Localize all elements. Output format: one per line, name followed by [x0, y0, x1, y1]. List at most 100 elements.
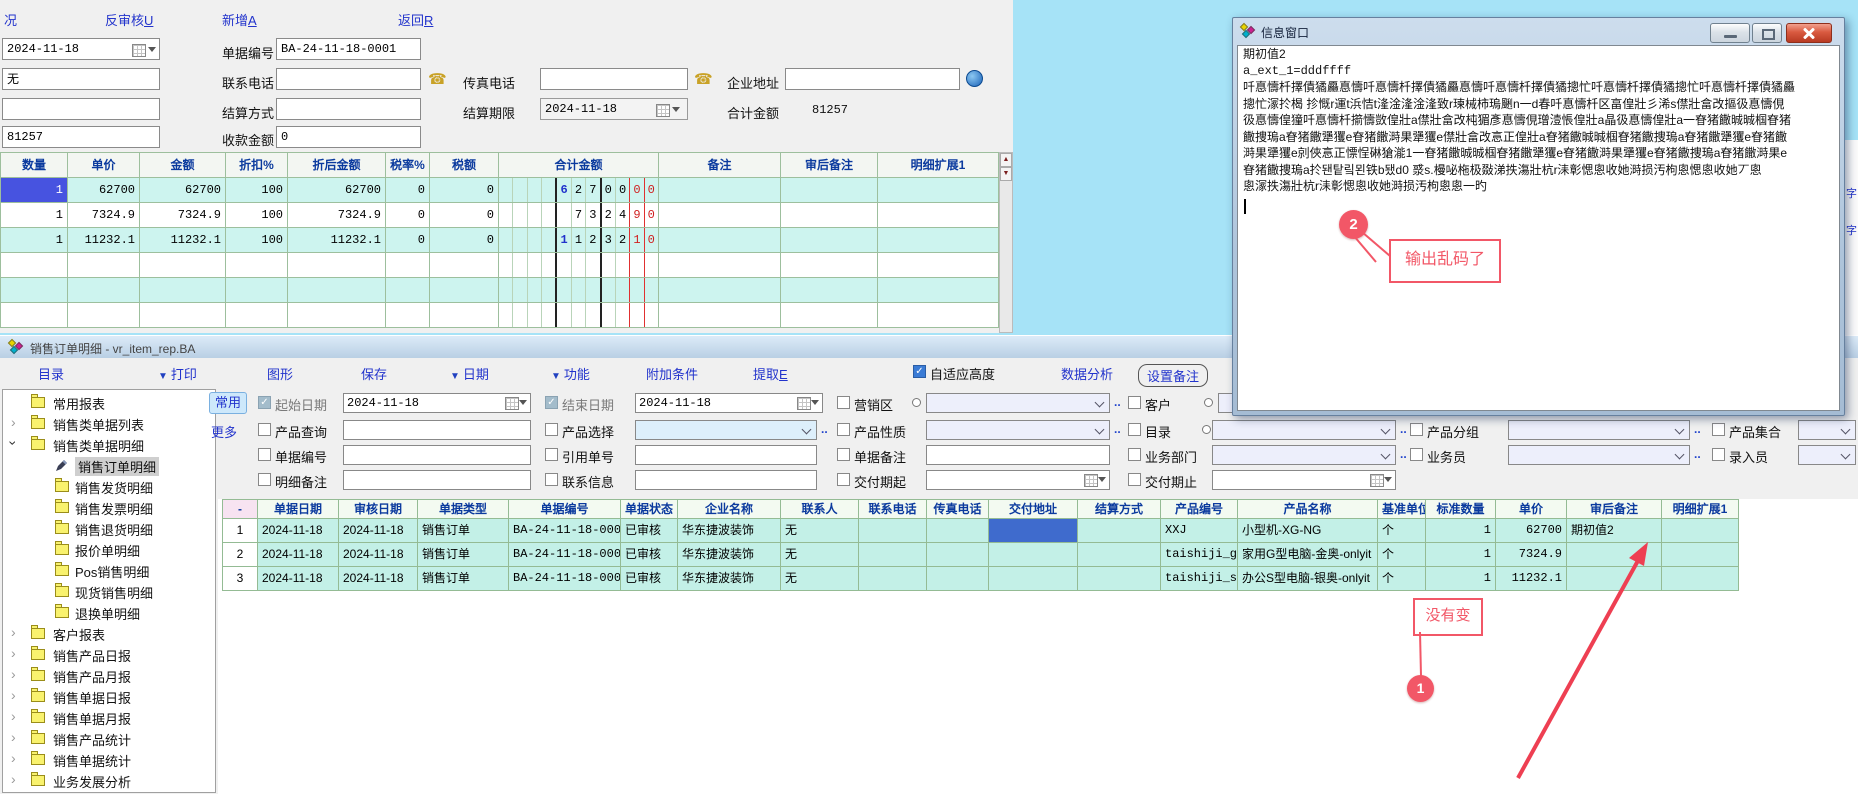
table-cell[interactable]: [1662, 519, 1739, 543]
table-cell[interactable]: [1078, 543, 1161, 567]
toolbar-link-1[interactable]: 况: [4, 10, 17, 29]
grid-cell[interactable]: [288, 303, 386, 328]
sidebar-item-label[interactable]: 报价单明细: [75, 541, 140, 560]
filter-field-明细备注[interactable]: [343, 470, 531, 490]
table-cell[interactable]: 1: [1426, 567, 1496, 591]
table-cell[interactable]: taishiji_g: [1161, 543, 1238, 567]
filter-radio[interactable]: [1202, 425, 1211, 434]
filter-radio[interactable]: [1204, 398, 1213, 407]
fax-field[interactable]: [540, 68, 688, 90]
grid-cell[interactable]: [430, 303, 499, 328]
grid-cell[interactable]: [386, 303, 430, 328]
minimize-button[interactable]: [1710, 23, 1750, 43]
filter-field-产品分组[interactable]: [1508, 420, 1690, 440]
toolbar-item-6[interactable]: ▼功能: [551, 364, 590, 383]
table-cell[interactable]: 销售订单: [418, 567, 509, 591]
grid-cell[interactable]: [288, 253, 386, 278]
filter-checkbox-交付期止[interactable]: [1128, 473, 1141, 486]
sidebar-item-现货销售明细[interactable]: 现货销售明细: [3, 581, 215, 601]
table-cell[interactable]: 无: [781, 543, 859, 567]
grid-cell[interactable]: [659, 253, 781, 278]
common-tab-button[interactable]: 常用: [209, 392, 247, 414]
filter-checkbox-明细备注[interactable]: [258, 473, 271, 486]
grid-cell[interactable]: [0, 278, 68, 303]
table-cell[interactable]: 无: [781, 519, 859, 543]
sidebar-item-销售产品月报[interactable]: ›销售产品月报: [3, 665, 215, 685]
table-cell[interactable]: 1: [222, 519, 258, 543]
toolbar-item-8[interactable]: 提取E: [753, 364, 788, 383]
grid-cell[interactable]: 11232.1: [288, 228, 386, 253]
filter-checkbox-结束日期[interactable]: ✓: [545, 396, 558, 409]
filter-checkbox-产品分组[interactable]: [1410, 423, 1423, 436]
table-cell[interactable]: 1: [1426, 519, 1496, 543]
table-cell[interactable]: 2024-11-18: [258, 543, 339, 567]
grid-cell[interactable]: [878, 253, 999, 278]
maximize-button[interactable]: [1752, 23, 1782, 43]
grid-cell[interactable]: [0, 303, 68, 328]
grid-cell[interactable]: 1: [0, 178, 68, 203]
sidebar-item-label[interactable]: 客户报表: [53, 625, 105, 644]
grid-cell[interactable]: [430, 278, 499, 303]
table-cell[interactable]: 2024-11-18: [339, 519, 418, 543]
table-cell[interactable]: 已审核: [621, 519, 678, 543]
amount-digits-cell[interactable]: [499, 278, 659, 303]
filter-checkbox-交付期起[interactable]: [837, 473, 850, 486]
scroll-down-button[interactable]: ▼: [1000, 167, 1012, 181]
filter-checkbox-单据备注[interactable]: [837, 448, 850, 461]
toolbar-item-3[interactable]: 图形: [267, 364, 293, 383]
filter-checkbox-产品查询[interactable]: [258, 423, 271, 436]
grid-cell[interactable]: [68, 278, 140, 303]
dropdown-arrow-icon[interactable]: [1098, 477, 1106, 482]
table-cell[interactable]: [1567, 567, 1662, 591]
customer-field[interactable]: 无: [2, 68, 160, 90]
grid-cell[interactable]: [288, 278, 386, 303]
grid-cell[interactable]: [386, 253, 430, 278]
toolbar-item-7[interactable]: 附加条件: [646, 364, 698, 383]
filter-field-单据备注[interactable]: [926, 445, 1110, 465]
grid-cell[interactable]: [878, 228, 999, 253]
table-cell[interactable]: 2024-11-18: [258, 519, 339, 543]
grid-cell[interactable]: 0: [386, 178, 430, 203]
grid-cell[interactable]: [781, 253, 878, 278]
sidebar-item-label[interactable]: 退换单明细: [75, 604, 140, 623]
phone-field[interactable]: [276, 68, 421, 90]
table-cell[interactable]: 个: [1378, 519, 1426, 543]
grid-cell[interactable]: 1: [0, 203, 68, 228]
filter-field-业务员[interactable]: [1508, 445, 1690, 465]
table-cell[interactable]: [927, 519, 989, 543]
grid-cell[interactable]: [781, 278, 878, 303]
dropdown-arrow-icon[interactable]: [148, 47, 156, 52]
table-cell[interactable]: [859, 567, 927, 591]
sidebar-item-退换单明细[interactable]: 退换单明细: [3, 602, 215, 622]
sidebar-item-label[interactable]: 销售单据月报: [53, 709, 131, 728]
toolbar-link-2[interactable]: 反审核U: [105, 10, 153, 29]
filter-field-产品性质[interactable]: [926, 420, 1110, 440]
sidebar-item-Pos销售明细[interactable]: Pos销售明细: [3, 560, 215, 580]
grid-cell[interactable]: [781, 228, 878, 253]
expand-icon[interactable]: ›: [11, 688, 16, 702]
info-window-titlebar[interactable]: 信息窗口: [1233, 18, 1844, 44]
grid-cell[interactable]: [68, 253, 140, 278]
sidebar-item-销售类单据列表[interactable]: ›销售类单据列表: [3, 413, 215, 433]
grid-cell[interactable]: [226, 303, 288, 328]
filter-checkbox-客户[interactable]: [1128, 396, 1141, 409]
table-cell[interactable]: 销售订单: [418, 519, 509, 543]
expand-icon[interactable]: ›: [11, 625, 16, 639]
table-cell[interactable]: 已审核: [621, 543, 678, 567]
table-cell[interactable]: 期初值2: [1567, 519, 1662, 543]
filter-field-联系信息[interactable]: [635, 470, 817, 490]
sidebar-item-销售类单据明细[interactable]: ›销售类单据明细: [3, 434, 215, 454]
filter-field-产品选择[interactable]: [635, 420, 817, 440]
table-cell[interactable]: [927, 567, 989, 591]
receipt-field[interactable]: 0: [276, 126, 421, 148]
grid-cell[interactable]: [0, 253, 68, 278]
filter-checkbox-引用单号[interactable]: [545, 448, 558, 461]
filter-field-交付期止[interactable]: [1212, 470, 1396, 490]
table-cell[interactable]: taishiji_s: [1161, 567, 1238, 591]
table-cell[interactable]: 华东捷波装饰: [678, 519, 781, 543]
filter-field-产品查询[interactable]: [343, 420, 531, 440]
table-cell[interactable]: 2024-11-18: [258, 567, 339, 591]
sidebar-item-label[interactable]: 业务发展分析: [53, 772, 131, 791]
grid-cell[interactable]: 7324.9: [288, 203, 386, 228]
filter-field-单据编号[interactable]: [343, 445, 531, 465]
